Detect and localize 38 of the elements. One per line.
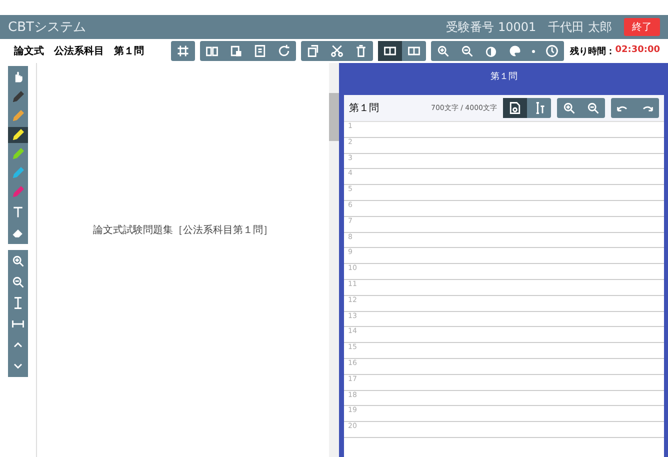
zoom-out-icon [460,44,474,58]
panel-icon [383,44,398,58]
scrollbar[interactable] [329,63,339,457]
trash-icon [354,44,368,58]
text-icon [11,205,25,219]
zoom-out-icon [586,101,600,115]
dot-icon [532,50,536,52]
user-name: 千代田 太郎 [548,18,612,36]
zoom-in-icon [436,44,450,58]
answer-tool-button[interactable] [503,98,527,118]
breadcrumb-item: 公法系科目 [54,44,104,58]
book-icon [205,44,220,58]
toolbar-button[interactable] [378,41,402,61]
exit-button[interactable]: 終了 [624,18,660,36]
refresh-icon [277,44,292,58]
copy-icon [306,44,320,58]
time-remaining: 02:30:00 [615,44,660,56]
note-icon [253,44,268,58]
app-title: CBTシステム [8,19,87,36]
contrast-icon [484,44,498,58]
zoom-in-icon [562,101,576,115]
doc-icon [508,101,522,115]
breadcrumb-item: 第１問 [114,44,144,58]
answer-title: 第１問 [349,102,380,115]
grid-icon [176,44,190,58]
panel-icon [407,44,422,58]
question-tab[interactable]: 第１問 [344,63,664,89]
clock-icon [545,44,560,58]
paste-icon [229,44,244,58]
cut-icon [330,44,344,58]
zoom-in-icon [11,254,25,268]
breadcrumb-item: 論文式 [14,44,44,58]
document-title: 論文式試験問題集［公法系科目第１問］ [93,224,273,237]
palette-icon [508,44,522,58]
time-label: 残り時間： [570,45,616,58]
zoom-out-icon [11,275,25,289]
pen-tool[interactable] [8,127,28,143]
examinee-number: 受験番号 10001 [446,18,536,36]
